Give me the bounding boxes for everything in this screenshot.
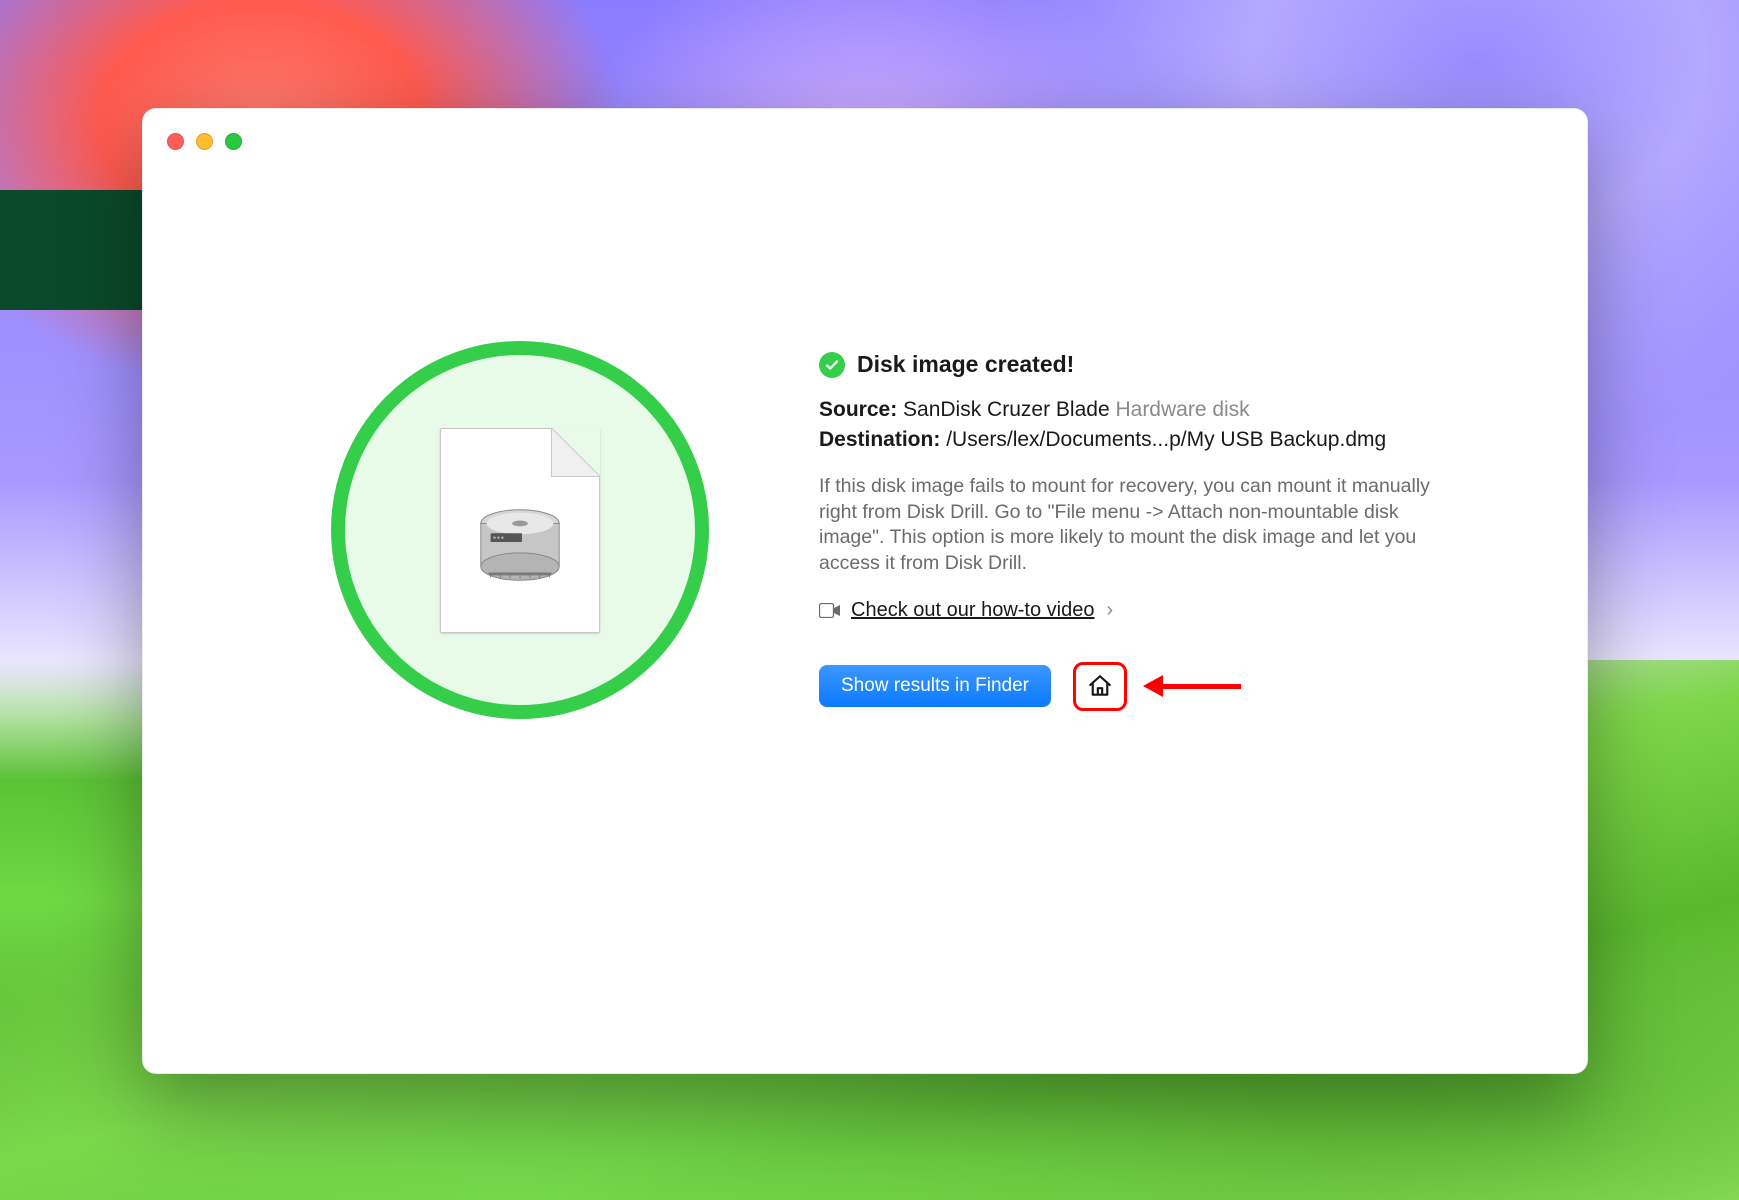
source-line: Source: SanDisk Cruzer Blade Hardware di… (819, 398, 1459, 422)
title-row: Disk image created! (819, 351, 1459, 378)
show-in-finder-button[interactable]: Show results in Finder (819, 665, 1051, 707)
arrow-head-icon (1143, 675, 1163, 697)
window-controls (167, 133, 242, 150)
close-window-button[interactable] (167, 133, 184, 150)
minimize-window-button[interactable] (196, 133, 213, 150)
howto-video-link[interactable]: Check out our how-to video (851, 599, 1094, 622)
chevron-right-icon: › (1106, 599, 1113, 622)
home-icon (1087, 673, 1113, 699)
annotation-arrow (1143, 675, 1241, 697)
help-text: If this disk image fails to mount for re… (819, 474, 1459, 577)
app-window: Disk image created! Source: SanDisk Cruz… (142, 108, 1588, 1074)
destination-line: Destination: /Users/lex/Documents...p/My… (819, 428, 1459, 452)
success-circle (331, 341, 709, 719)
arrow-line (1163, 684, 1241, 689)
disk-image-document-icon (440, 428, 600, 633)
source-type: Hardware disk (1115, 398, 1249, 421)
source-label: Source: (819, 398, 897, 421)
destination-label: Destination: (819, 428, 940, 451)
video-camera-icon (819, 603, 841, 618)
video-link-row: Check out our how-to video › (819, 599, 1459, 622)
hard-drive-icon (471, 496, 569, 594)
checkmark-icon (819, 352, 845, 378)
destination-value: /Users/lex/Documents...p/My USB Backup.d… (946, 428, 1386, 451)
page-title: Disk image created! (857, 351, 1074, 378)
source-value: SanDisk Cruzer Blade (903, 398, 1110, 421)
zoom-window-button[interactable] (225, 133, 242, 150)
home-button[interactable] (1073, 662, 1127, 711)
